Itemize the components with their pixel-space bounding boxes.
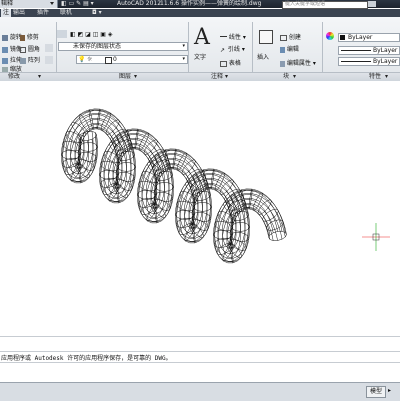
search-placeholder: 键入关键字或短语 (285, 1, 326, 7)
panel-divider (322, 22, 323, 77)
model-button[interactable]: 模型 (366, 386, 386, 398)
spring-mesh-ring (96, 108, 101, 130)
chevron-down-icon: ▾ (182, 56, 185, 62)
spring-mesh-ring (172, 148, 177, 170)
status-bar: 模型 ▸ (0, 382, 400, 401)
edit-attributes-button[interactable]: 编辑属性 ▾ (280, 58, 316, 67)
layer-tool-icons[interactable]: ◧ ◩ ◪ ◫ ▣ ◈ (70, 30, 113, 38)
edit-block-button[interactable]: 编辑 (280, 44, 299, 53)
quick-access-icons[interactable]: ◧ ▭ ✎ ▤ ▾ (61, 0, 94, 8)
edit-attributes-icon (280, 60, 285, 67)
current-layer-dropdown[interactable]: 💡 ☼ 0 ▾ (76, 55, 188, 64)
panel-label-modify[interactable]: 修改 (8, 73, 20, 81)
offset-icon[interactable] (45, 56, 53, 64)
app-name: AutoCAD 2012 (117, 0, 162, 7)
chevron-down-icon: ▾ (182, 43, 185, 49)
spring-mesh-ring (248, 188, 253, 210)
edit-block-icon (280, 46, 285, 53)
mirror-button[interactable]: 镜像 (2, 44, 22, 53)
panel-label-block[interactable]: 块 (283, 73, 289, 81)
spring-mesh-line (74, 127, 274, 253)
ribbon-minimize-icon[interactable]: ◘ ▾ (92, 9, 102, 17)
workspace-label: 辑释 (1, 0, 14, 7)
fillet-button[interactable]: 圆角 (20, 44, 40, 53)
spring-mesh-ring (78, 114, 90, 133)
table-icon (220, 60, 227, 67)
leader-button[interactable]: ↗ 引线 ▾ (220, 44, 245, 54)
color-swatch (340, 35, 345, 40)
explode-icon[interactable] (45, 44, 53, 52)
mirror-icon (2, 46, 8, 53)
search-icon[interactable] (368, 1, 376, 7)
rotate-button[interactable]: 旋转 (2, 32, 22, 41)
search-input[interactable]: 键入关键字或短语 (282, 1, 368, 9)
file-title: 11.6.6 操作实例——弹簧的绘制.dwg (160, 0, 262, 7)
chevron-down-icon (50, 2, 54, 5)
lineweight-dropdown[interactable]: ByLayer (338, 57, 400, 66)
spring-mesh-line (74, 119, 274, 246)
crosshair-cursor (362, 223, 390, 251)
tab-annotate[interactable]: 注 (1, 9, 12, 17)
tab-online[interactable]: 联机 (60, 9, 72, 17)
command-history (0, 336, 400, 352)
linear-dimension-button[interactable]: 线性 ▾ (220, 32, 246, 41)
rotate-icon (2, 34, 8, 41)
text-a-icon: A (194, 25, 210, 50)
drawing-canvas[interactable] (0, 81, 400, 335)
layer-state-dropdown[interactable]: 未保存的图层状态 ▾ (58, 42, 188, 51)
panel-label-annotation[interactable]: 注释 (211, 73, 223, 81)
panel-divider (188, 22, 189, 77)
spring-mesh-ring (134, 128, 139, 150)
match-properties-icon[interactable] (326, 32, 334, 40)
layout-toggle-icon[interactable]: ▸ (388, 387, 391, 394)
stretch-icon (2, 57, 8, 64)
ribbon-tab-bar: 注 输出 插件 联机 ◘ ▾ (0, 9, 400, 17)
leader-icon: ↗ (220, 46, 226, 54)
linear-dimension-icon (220, 35, 227, 40)
spring-drawing (61, 108, 390, 264)
layer-color-swatch (105, 57, 112, 64)
fillet-icon (20, 46, 26, 53)
table-button[interactable]: 表格 (220, 58, 241, 67)
trim-icon (20, 34, 25, 41)
sun-icon: ☼ (87, 56, 93, 63)
array-icon (20, 57, 26, 64)
panel-divider (252, 22, 253, 77)
linetype-dropdown[interactable]: ByLayer (338, 46, 400, 55)
create-block-icon (280, 34, 287, 41)
trim-button[interactable]: 修剪 (20, 32, 39, 41)
workspace-selector[interactable]: 辑释 (0, 0, 58, 8)
panel-divider (56, 22, 57, 77)
color-dropdown[interactable]: ByLayer (338, 33, 400, 42)
panel-label-layers[interactable]: 图层 (119, 73, 131, 81)
command-message: 应用程序或 Autodesk 许可的应用程序保存，是可靠的 DWG。 (0, 351, 400, 362)
spring-mesh-line (62, 108, 286, 259)
lineweight-sample (341, 61, 371, 62)
layer-properties-icon[interactable] (57, 30, 67, 38)
spring-mesh-ring (210, 168, 215, 190)
array-button[interactable]: 阵列 (20, 55, 40, 64)
lightbulb-icon: 💡 (78, 56, 86, 63)
panel-label-properties[interactable]: 特性 (369, 73, 381, 81)
linetype-sample (341, 50, 371, 51)
insert-block-icon (259, 30, 273, 44)
tab-plugins[interactable]: 插件 (37, 9, 49, 17)
tab-output[interactable]: 输出 (13, 9, 25, 17)
title-bar: 辑释 ◧ ▭ ✎ ▤ ▾ AutoCAD 2012 11.6.6 操作实例——弹… (0, 0, 400, 9)
create-block-button[interactable]: 创建 (280, 32, 301, 41)
command-input[interactable] (0, 362, 400, 383)
stretch-button[interactable]: 拉伸 (2, 55, 22, 64)
